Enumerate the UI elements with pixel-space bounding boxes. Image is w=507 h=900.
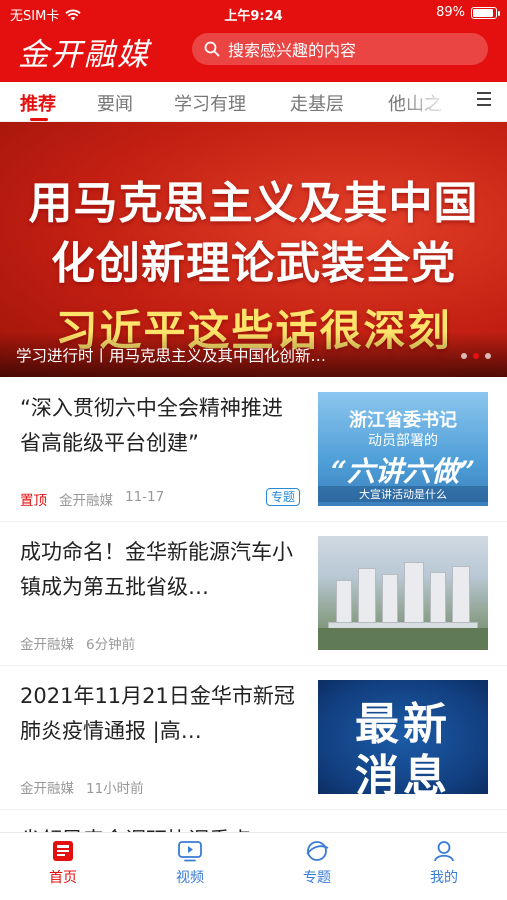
news-meta: 置顶 金开融媒 11-17 [20,489,164,509]
news-source: 金开融媒 [20,637,74,653]
nav-profile[interactable]: 我的 [404,839,484,887]
video-icon [178,841,202,862]
carousel-dot [485,353,491,359]
banner-caption: 学习进行时丨用马克思主义及其中国化创新… [16,347,327,365]
nav-label: 视频 [176,870,204,886]
nav-topic[interactable]: 专题 [277,839,357,887]
news-meta: 金开融媒 6分钟前 [20,633,135,653]
news-source: 金开融媒 [20,781,74,797]
tab-news[interactable]: 要闻 [97,90,133,116]
battery-level [473,8,493,17]
news-item[interactable]: 2021年11月21日金华市新冠肺炎疫情通报 |高… 金开融媒 11小时前 最新… [0,666,507,810]
carousel-dot [461,353,467,359]
home-icon [53,841,73,861]
app-header: 无SIM卡 上午9:24 89% 金开融媒 搜索感兴趣的内容 [0,0,507,82]
battery-percent: 89% [436,5,465,20]
channel-menu-icon[interactable] [477,92,491,108]
clock: 上午9:24 [224,9,283,24]
pinned-label: 置顶 [20,493,47,509]
tab-grassroots[interactable]: 走基层 [290,90,344,116]
active-tab-indicator [30,118,48,121]
news-thumbnail: 最新 消息 [318,680,488,794]
channel-tabs: 推荐 要闻 学习有理 走基层 他山之 [0,82,507,122]
topic-badge: 专题 [266,488,301,506]
thumb-text: 大宣讲活动是什么 [318,486,488,502]
tab-recommend[interactable]: 推荐 [20,90,56,116]
search-icon [204,41,220,57]
news-title: “深入贯彻六中全会精神推进省高能级平台创建” [20,396,283,455]
nav-home[interactable]: 首页 [23,839,103,887]
thumb-text: 浙江省委书记 [349,410,457,431]
thumb-text: 消息 [355,751,451,794]
news-item[interactable]: “深入贯彻六中全会精神推进省高能级平台创建” 置顶 金开融媒 11-17 专题 … [0,378,507,522]
thumb-text: “六讲六做” [330,455,476,488]
status-bar: 无SIM卡 上午9:24 89% [0,0,507,26]
thumb-text: 动员部署的 [368,433,438,449]
battery-icon [471,6,500,19]
news-title: 2021年11月21日金华市新冠肺炎疫情通报 |高… [20,684,295,743]
banner-headline-1: 用马克思主义及其中国 [28,178,479,229]
news-source: 金开融媒 [59,493,113,509]
news-meta: 金开融媒 11小时前 [20,777,144,797]
brand-logo[interactable]: 金开融媒 [18,29,150,74]
banner-headline-2: 化创新理论武装全党 [51,238,456,289]
topic-icon [306,841,329,861]
carousel-dot-active [473,353,479,359]
nav-label: 首页 [49,870,77,886]
news-thumbnail [318,536,488,650]
news-date: 11-17 [125,489,165,505]
news-title: 成功命名！金华新能源汽车小镇成为第五批省级… [20,540,293,599]
news-date: 11小时前 [86,781,144,797]
nav-label: 我的 [430,870,458,886]
nav-label: 专题 [303,870,331,886]
news-thumbnail: 浙江省委书记 动员部署的 “六讲六做” 大宣讲活动是什么 [318,392,488,506]
news-date: 6分钟前 [86,637,136,653]
search-placeholder: 搜索感兴趣的内容 [228,41,357,60]
tab-fade [400,82,460,122]
bottom-nav: 首页 视频 专题 我的 [0,832,507,900]
tab-study[interactable]: 学习有理 [174,90,246,116]
news-item[interactable]: 成功命名！金华新能源汽车小镇成为第五批省级… 金开融媒 6分钟前 [0,522,507,666]
profile-icon [434,841,454,862]
search-bar[interactable]: 搜索感兴趣的内容 [192,33,488,65]
hero-banner[interactable]: 用马克思主义及其中国 化创新理论武装全党 习近平这些话很深刻 学习进行时丨用马克… [0,122,507,377]
carousel-dots [461,353,491,359]
nav-video[interactable]: 视频 [150,839,230,887]
